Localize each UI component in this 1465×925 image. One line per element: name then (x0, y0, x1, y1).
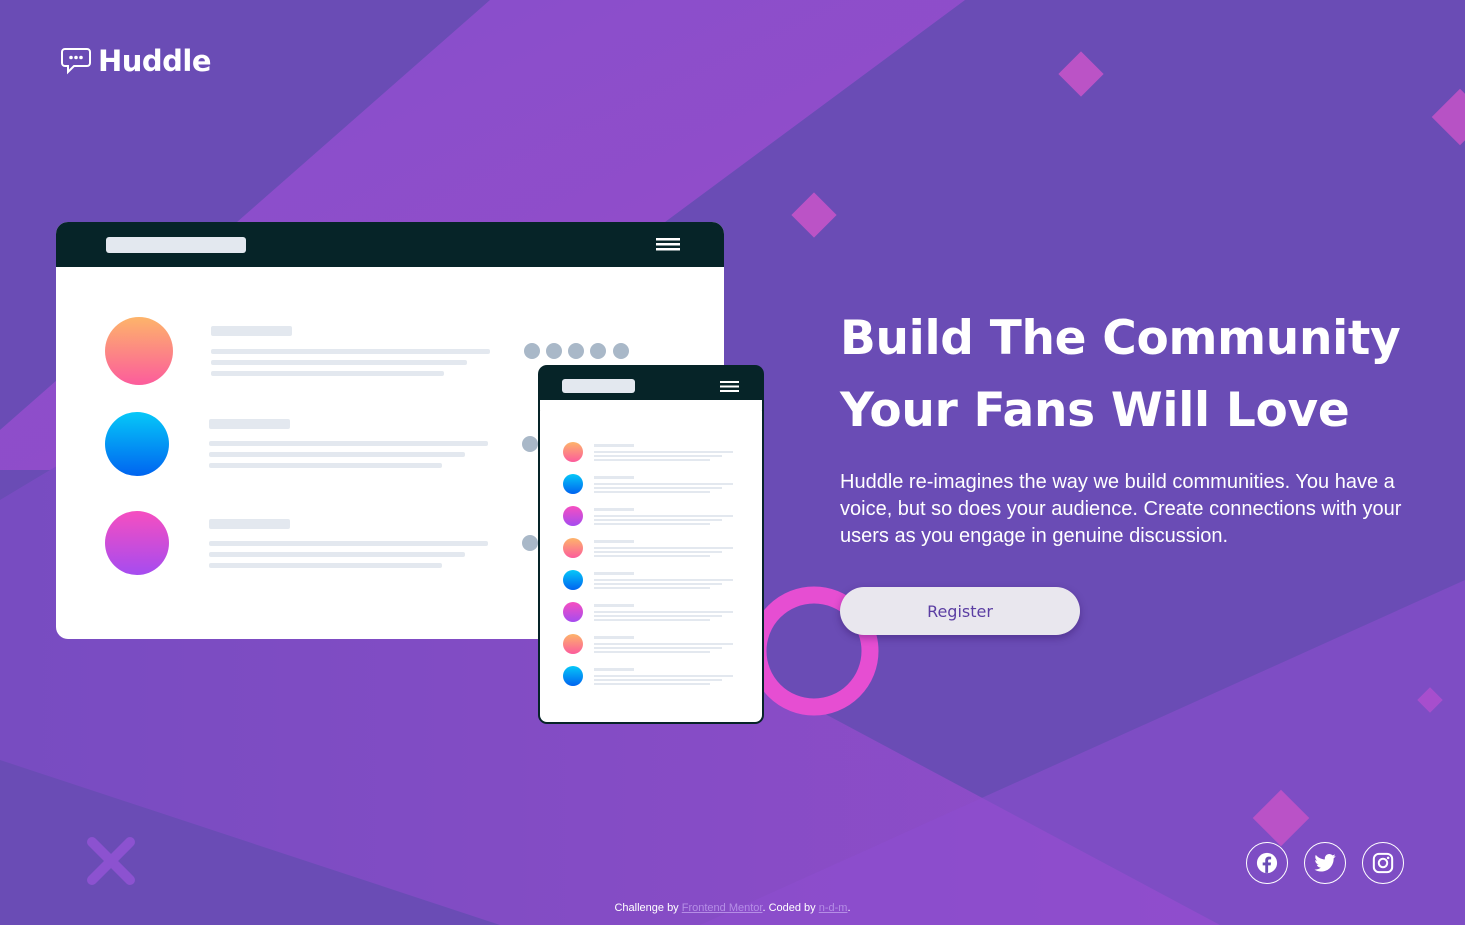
hero-description: Huddle re-imagines the way we build comm… (840, 471, 1402, 547)
attribution: Challenge by Frontend Mentor. Coded by n… (0, 902, 1465, 914)
hero-illustration (56, 222, 766, 724)
hero-title-line-1: Build The Community (840, 311, 1401, 366)
facebook-link[interactable] (1246, 842, 1288, 884)
hero-title-line-2: Your Fans Will Love (840, 383, 1350, 438)
hero-section: Build The Community Your Fans Will Love … (840, 303, 1420, 635)
twitter-icon (1314, 854, 1336, 872)
facebook-icon (1256, 852, 1278, 874)
hero-title: Build The Community Your Fans Will Love (840, 303, 1420, 447)
twitter-link[interactable] (1304, 842, 1346, 884)
instagram-link[interactable] (1362, 842, 1404, 884)
attribution-suffix: . (847, 902, 851, 914)
chat-bubble-icon (61, 48, 91, 75)
attribution-prefix: Challenge by (614, 902, 679, 914)
social-links (1246, 842, 1404, 884)
register-button[interactable]: Register (840, 587, 1080, 635)
brand-name: Huddle (98, 44, 212, 78)
instagram-icon (1372, 852, 1394, 874)
frontend-mentor-link[interactable]: Frontend Mentor (682, 902, 763, 914)
brand-logo[interactable]: Huddle (61, 44, 212, 78)
author-link[interactable]: n-d-m (819, 902, 848, 914)
attribution-middle: . Coded by (762, 902, 816, 914)
